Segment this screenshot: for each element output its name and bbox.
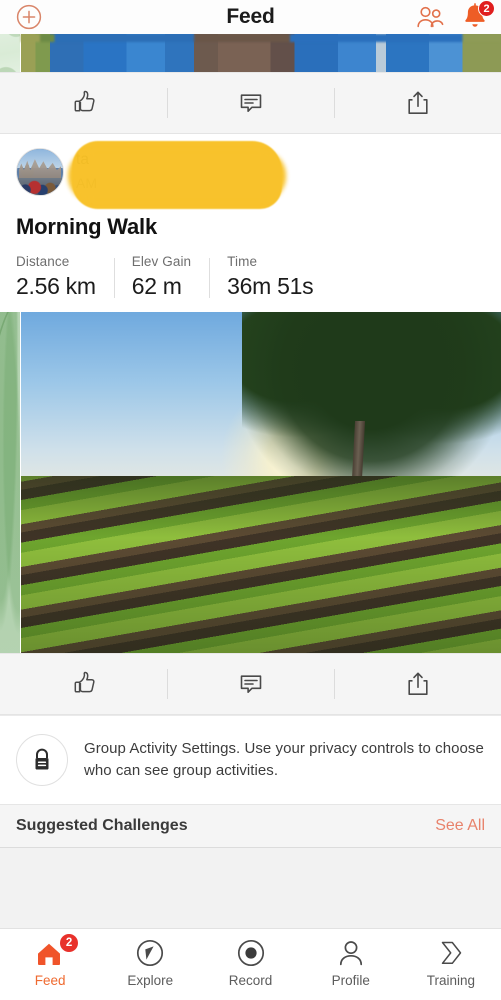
tab-record-label: Record bbox=[228, 973, 273, 988]
share-icon bbox=[407, 672, 428, 695]
avatar-sky bbox=[17, 149, 63, 169]
thumbs-up-icon bbox=[74, 671, 95, 693]
notifications-button[interactable]: 2 bbox=[461, 0, 495, 31]
activity-photo[interactable] bbox=[21, 312, 501, 653]
tab-explore[interactable]: Explore bbox=[100, 937, 200, 988]
activity-stats: Distance 2.56 km Elev Gain 62 m Time 36m… bbox=[0, 240, 501, 312]
tab-feed-icon-wrap: 2 bbox=[34, 934, 79, 969]
kudos-button[interactable] bbox=[0, 653, 167, 715]
share-button[interactable] bbox=[334, 72, 501, 134]
person-icon bbox=[339, 941, 362, 966]
avatar[interactable] bbox=[16, 148, 64, 196]
tab-feed[interactable]: 2 Feed bbox=[0, 934, 100, 988]
record-dot-icon bbox=[237, 939, 264, 967]
activity-action-bar bbox=[0, 653, 501, 715]
tab-explore-icon-wrap bbox=[135, 937, 165, 969]
avatar-crowd bbox=[17, 177, 63, 195]
tab-training-icon-wrap bbox=[436, 937, 466, 969]
compass-icon bbox=[137, 939, 164, 967]
activity-card-header: ta AM bbox=[0, 134, 501, 209]
stat-distance: Distance 2.56 km bbox=[16, 254, 114, 300]
comment-bubble-icon bbox=[240, 675, 261, 693]
tab-profile-icon-wrap bbox=[336, 937, 366, 969]
thumbs-up-icon bbox=[74, 90, 95, 112]
header-right-group: 2 bbox=[415, 0, 495, 34]
tab-record[interactable]: Record bbox=[200, 937, 300, 988]
plus-circle-icon[interactable] bbox=[16, 4, 42, 30]
stat-value: 2.56 km bbox=[16, 273, 96, 299]
header-left-group bbox=[16, 4, 42, 30]
comment-button[interactable] bbox=[167, 653, 334, 715]
tab-training-label: Training bbox=[426, 973, 476, 988]
group-people-icon[interactable] bbox=[415, 5, 445, 29]
stat-label: Time bbox=[227, 254, 258, 269]
notifications-badge: 2 bbox=[478, 0, 495, 17]
activity-media-row bbox=[0, 312, 501, 653]
photo-crop-field bbox=[21, 475, 501, 653]
redaction-highlight-mark bbox=[72, 141, 282, 209]
lock-icon bbox=[35, 748, 49, 770]
previous-activity-photo-row bbox=[0, 34, 501, 72]
activity-map-strip[interactable] bbox=[0, 312, 20, 653]
lock-icon-circle bbox=[16, 734, 68, 786]
notice-text: Group Activity Settings. Use your privac… bbox=[84, 740, 484, 779]
tab-profile-label: Profile bbox=[331, 973, 370, 988]
share-button[interactable] bbox=[334, 653, 501, 715]
app-header: Feed 2 bbox=[0, 0, 501, 34]
suggested-challenges-header: Suggested Challenges See All bbox=[0, 804, 501, 848]
share-icon bbox=[407, 91, 428, 114]
feed-scroll-area[interactable]: ta AM Morning Walk Distance 2.56 km Elev… bbox=[0, 34, 501, 928]
kudos-button[interactable] bbox=[0, 72, 167, 134]
previous-activity-photo[interactable] bbox=[21, 34, 501, 72]
stat-value: 36m 51s bbox=[227, 273, 314, 299]
tab-profile[interactable]: Profile bbox=[301, 937, 401, 988]
app-screen: Feed 2 Morning Walk Distance 2.56 km Ele… bbox=[0, 0, 501, 1000]
tab-explore-label: Explore bbox=[127, 973, 174, 988]
stat-label: Distance bbox=[16, 254, 70, 269]
activity-card: ta AM Morning Walk Distance 2.56 km Elev… bbox=[0, 134, 501, 653]
tab-training[interactable]: Training bbox=[401, 937, 501, 988]
suggested-challenges-title: Suggested Challenges bbox=[16, 817, 188, 834]
previous-activity-map-strip bbox=[0, 34, 20, 72]
tab-record-icon-wrap bbox=[236, 937, 266, 969]
tab-feed-badge: 2 bbox=[60, 934, 79, 952]
tab-feed-label: Feed bbox=[34, 973, 66, 988]
stat-label: Elev Gain bbox=[131, 254, 192, 269]
stat-value: 62 m bbox=[131, 273, 182, 299]
comment-button[interactable] bbox=[167, 72, 334, 134]
stat-time: Time 36m 51s bbox=[209, 254, 331, 300]
comment-bubble-icon bbox=[240, 94, 261, 112]
see-all-link[interactable]: See All bbox=[435, 817, 485, 835]
bottom-tab-bar: 2 Feed Explore Record Profile Training bbox=[0, 928, 501, 1000]
group-activity-settings-notice[interactable]: Group Activity Settings. Use your privac… bbox=[0, 715, 501, 804]
stat-elev-gain: Elev Gain 62 m bbox=[113, 254, 209, 300]
chevron-arrow-icon bbox=[441, 941, 462, 965]
previous-activity-action-bar bbox=[0, 72, 501, 134]
